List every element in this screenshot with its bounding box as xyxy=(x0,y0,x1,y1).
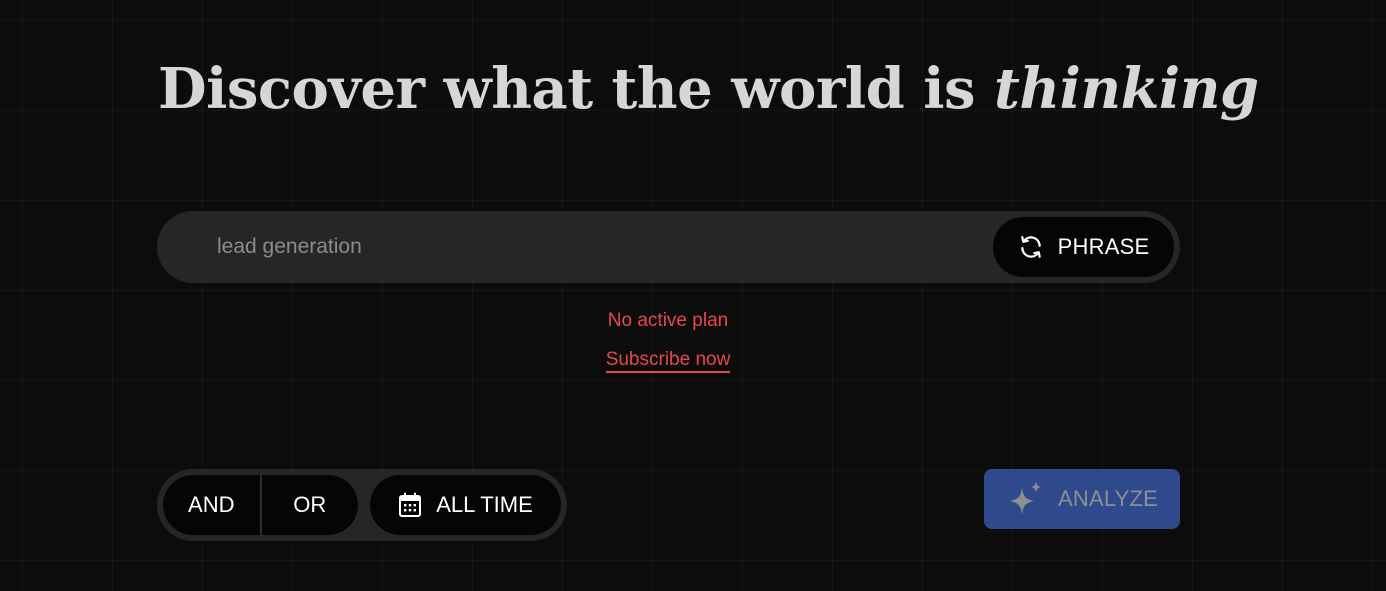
hero-title-emphasis: thinking xyxy=(994,56,1259,122)
time-range-button[interactable]: ALL TIME xyxy=(370,475,561,535)
logic-option-or[interactable]: OR xyxy=(262,475,359,535)
analyze-button[interactable]: ANALYZE xyxy=(984,469,1180,529)
plan-status-message: No active plan xyxy=(607,310,729,331)
sparkle-icon xyxy=(1009,481,1041,515)
search-bar: PHRASE xyxy=(157,211,1180,283)
hero-title-prefix: Discover what the world is xyxy=(158,56,995,122)
search-input[interactable] xyxy=(217,225,977,269)
calendar-icon xyxy=(399,492,422,517)
filter-group: AND OR ALL TIME xyxy=(157,469,567,541)
logic-toggle: AND OR xyxy=(163,475,358,535)
time-range-label: ALL TIME xyxy=(436,492,533,517)
logic-option-and[interactable]: AND xyxy=(163,475,260,535)
subscribe-link[interactable]: Subscribe now xyxy=(605,349,731,373)
analyze-label: ANALYZE xyxy=(1057,486,1159,511)
hero-title: Discover what the world is thinking xyxy=(158,54,1259,124)
refresh-icon xyxy=(1020,236,1041,258)
phrase-mode-label: PHRASE xyxy=(1057,234,1150,259)
phrase-mode-button[interactable]: PHRASE xyxy=(993,217,1174,277)
